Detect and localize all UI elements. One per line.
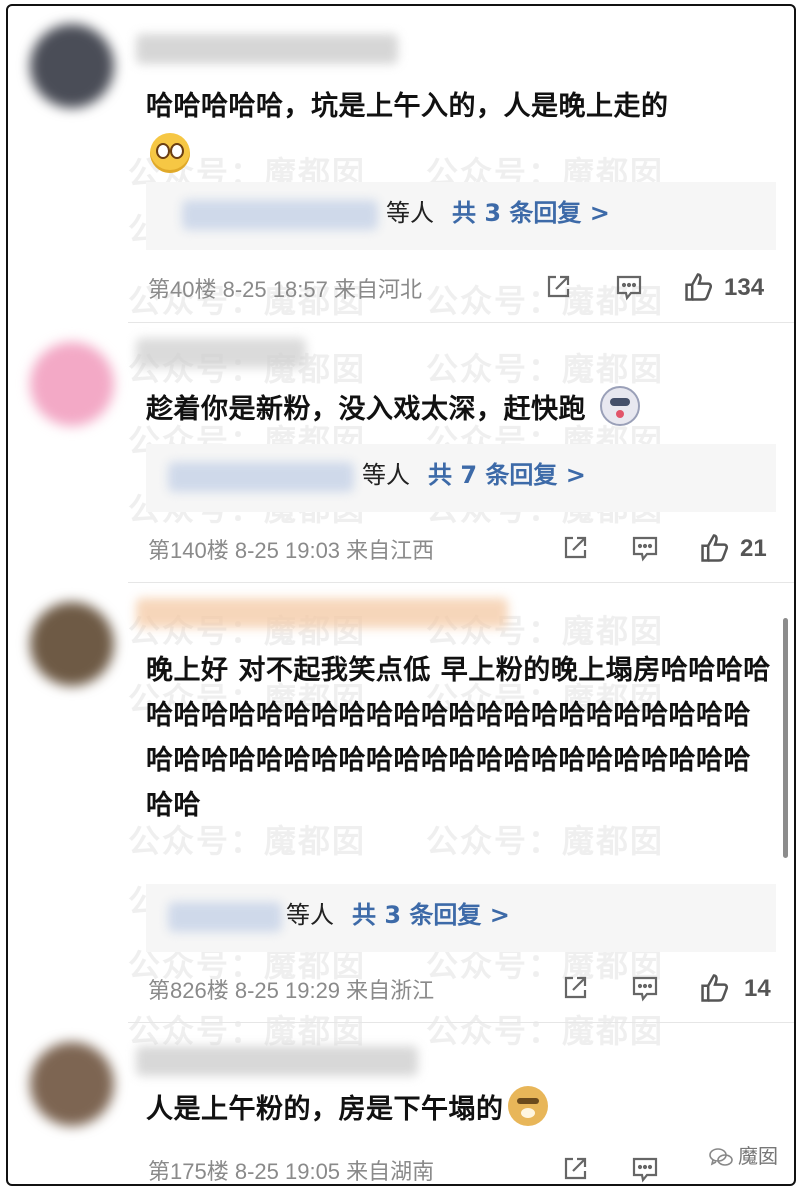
username[interactable] (136, 1046, 418, 1076)
avatar[interactable] (30, 602, 114, 686)
comment-time: 8-25 19:05 (234, 1159, 341, 1184)
like-count: 14 (744, 975, 771, 1002)
reply-usernames (168, 902, 282, 932)
brand-watermark: 魔囡 (708, 1140, 778, 1169)
username[interactable] (136, 34, 398, 64)
watermark: 公众号：魔都囡 (426, 1012, 665, 1050)
share-icon[interactable] (560, 1154, 590, 1184)
like-icon[interactable] (682, 270, 716, 304)
comment-icon[interactable] (630, 533, 660, 563)
comment-text: 人是上午粉的，房是下午塌的 (146, 1086, 782, 1132)
like-icon[interactable] (698, 971, 732, 1005)
comment-location: 来自湖南 (346, 1159, 435, 1184)
comment-location: 来自江西 (346, 538, 435, 563)
avatar[interactable] (30, 1042, 114, 1126)
dog-face-emoji (599, 386, 640, 426)
floor-number: 第40楼 (148, 277, 217, 302)
reply-users-label: 等人 (286, 901, 334, 929)
username[interactable] (136, 338, 306, 368)
comment-time: 8-25 19:03 (234, 538, 341, 563)
like-icon[interactable] (698, 531, 732, 565)
view-replies-link[interactable]: 共 3 条回复 > (352, 901, 510, 929)
avatar[interactable] (30, 342, 114, 426)
comment-list: 公众号：魔都囡 公众号：魔都囡 公众号：魔都囡 公众号：魔都囡 公众号：魔都囡 … (6, 4, 796, 1186)
comment-text: 哈哈哈哈哈，坑是上午入的，人是晚上走的 (146, 84, 782, 179)
share-icon[interactable] (560, 973, 590, 1003)
share-icon[interactable] (560, 533, 590, 563)
comment-icon[interactable] (630, 973, 660, 1003)
doge-emoji (507, 1086, 548, 1126)
floor-number: 第826楼 (148, 978, 229, 1003)
comment-meta: 第140楼 8-25 19:03 来自江西 (148, 533, 434, 565)
reply-usernames (182, 200, 378, 230)
reply-usernames (168, 462, 354, 492)
divider (128, 322, 794, 323)
like-count: 21 (740, 535, 767, 562)
floor-number: 第140楼 (148, 538, 229, 563)
reply-preview[interactable]: 等人共 7 条回复 > (146, 444, 776, 512)
comment-meta: 第826楼 8-25 19:29 来自浙江 (148, 973, 434, 1005)
comment-time: 8-25 18:57 (222, 277, 328, 302)
watermark: 公众号：魔都囡 (426, 350, 665, 388)
divider (128, 582, 794, 583)
reply-users-label: 等人 (386, 199, 434, 227)
share-icon[interactable] (543, 272, 573, 302)
scrollbar[interactable] (783, 618, 788, 858)
floor-number: 第175楼 (148, 1159, 229, 1184)
comment-icon[interactable] (614, 272, 644, 302)
comment-text: 趁着你是新粉，没入戏太深，赶快跑 (146, 386, 782, 432)
like-count: 134 (724, 274, 765, 301)
comment-location: 来自浙江 (346, 978, 435, 1003)
comment-meta: 第175楼 8-25 19:05 来自湖南 (148, 1154, 435, 1184)
comment-location: 来自河北 (333, 277, 422, 302)
wechat-icon (708, 1147, 734, 1167)
comment-time: 8-25 19:29 (234, 978, 341, 1003)
view-replies-link[interactable]: 共 7 条回复 > (428, 461, 586, 489)
reply-preview[interactable]: 等人共 3 条回复 > (146, 884, 776, 952)
view-replies-link[interactable]: 共 3 条回复 > (452, 199, 610, 227)
comment-text: 晚上好 对不起我笑点低 早上粉的晚上塌房哈哈哈哈哈哈哈哈哈哈哈哈哈哈哈哈哈哈哈哈… (146, 655, 771, 821)
shocked-face-emoji (150, 133, 190, 173)
username[interactable] (136, 598, 508, 628)
comment-meta: 第40楼 8-25 18:57 来自河北 (148, 272, 422, 304)
comment-icon[interactable] (630, 1154, 660, 1184)
avatar[interactable] (30, 24, 114, 108)
reply-users-label: 等人 (362, 461, 410, 489)
divider (128, 1022, 794, 1023)
reply-preview[interactable]: 等人共 3 条回复 > (146, 182, 776, 250)
